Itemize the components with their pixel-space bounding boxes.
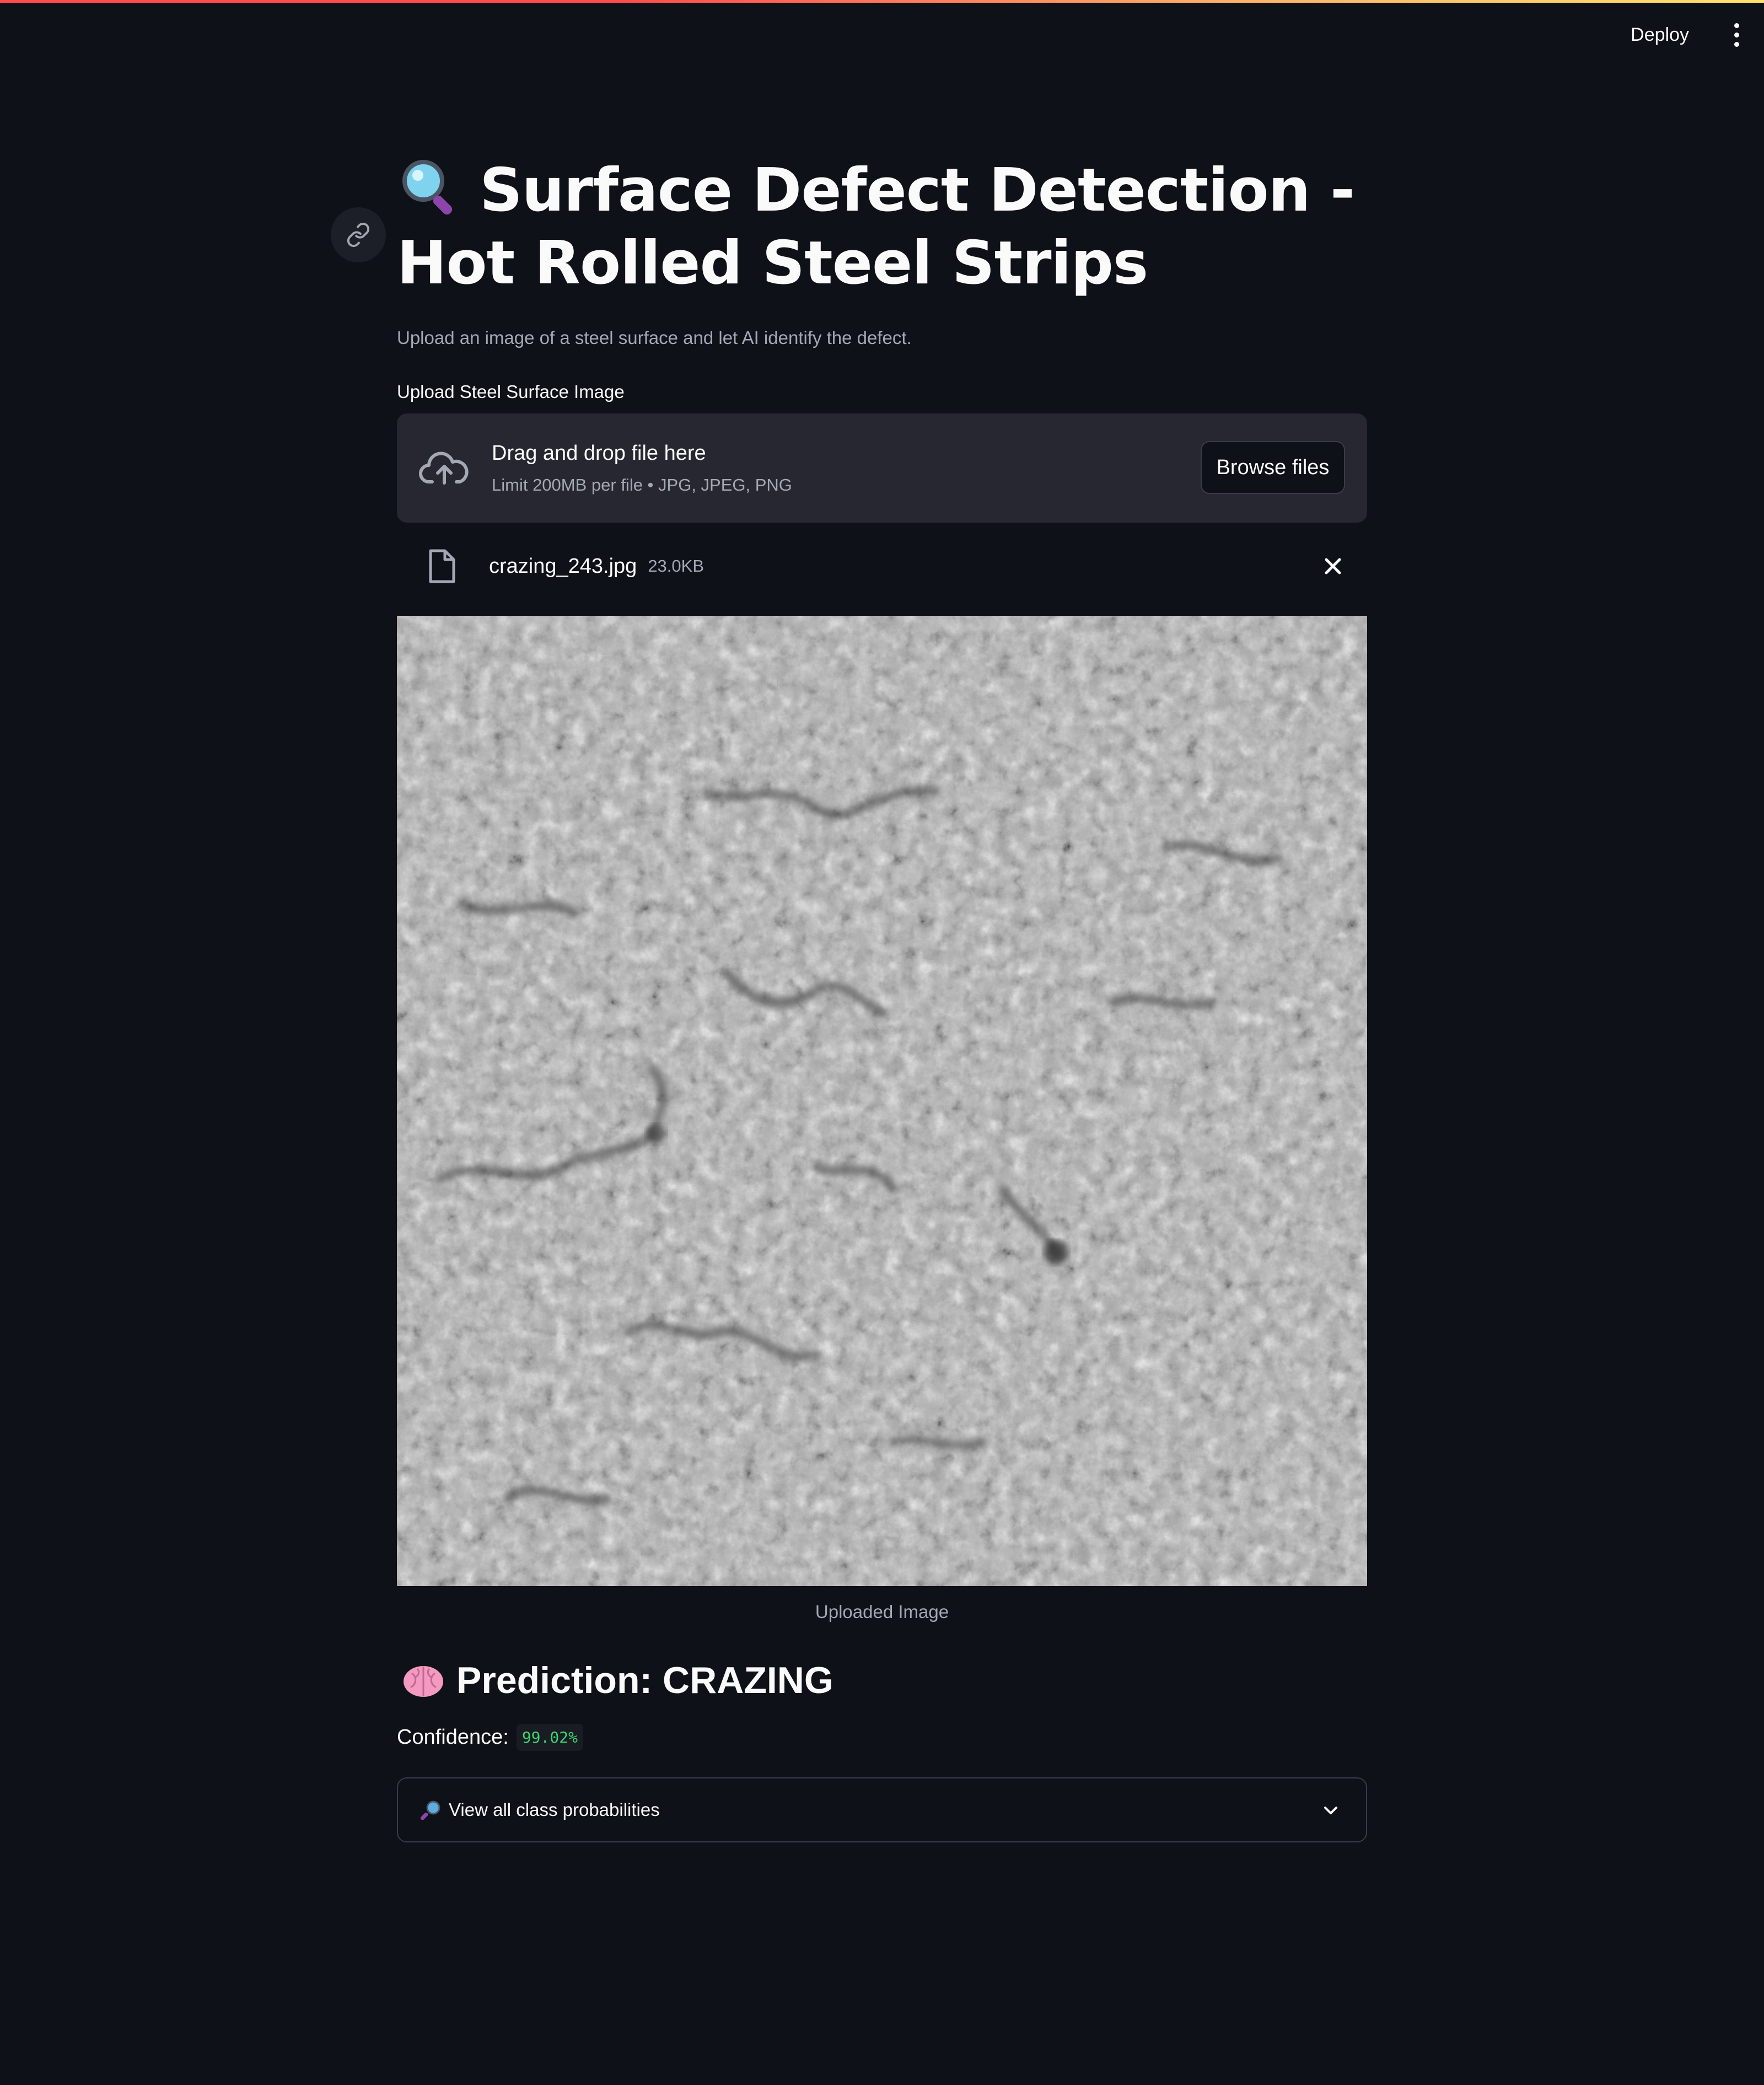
- confidence-row: Confidence: 99.02%: [397, 1724, 1367, 1751]
- brain-icon: [404, 1666, 443, 1697]
- page-title: Surface Defect Detection - Hot Rolled St…: [397, 154, 1367, 300]
- confidence-label: Confidence:: [397, 1726, 509, 1749]
- file-icon: [429, 549, 455, 583]
- uploader-label: Upload Steel Surface Image: [397, 381, 625, 402]
- app-header-actions: Deploy: [1616, 15, 1747, 55]
- kebab-menu-icon[interactable]: [1725, 19, 1747, 52]
- steel-surface-texture: [397, 616, 1367, 1586]
- uploaded-image: [397, 616, 1367, 1586]
- cloud-upload-icon: [419, 452, 469, 485]
- uploaded-file-row: crazing_243.jpg 23.0KB: [397, 541, 1367, 591]
- prediction-text: Prediction: CRAZING: [456, 1659, 833, 1701]
- dropzone-limit: Limit 200MB per file • JPG, JPEG, PNG: [492, 475, 792, 495]
- chevron-down-icon[interactable]: [1320, 1799, 1342, 1821]
- file-dropzone[interactable]: Drag and drop file here Limit 200MB per …: [397, 413, 1367, 523]
- header-link-icon[interactable]: [331, 207, 386, 262]
- image-caption: Uploaded Image: [815, 1602, 949, 1622]
- page-subtitle: Upload an image of a steel surface and l…: [397, 327, 912, 348]
- dropzone-text: Drag and drop file here Limit 200MB per …: [492, 442, 792, 495]
- file-name: crazing_243.jpg: [489, 554, 637, 578]
- browse-files-button[interactable]: Browse files: [1201, 441, 1345, 494]
- top-decoration-bar: [0, 0, 1764, 3]
- file-size: 23.0KB: [648, 556, 704, 576]
- deploy-button[interactable]: Deploy: [1616, 15, 1703, 55]
- magnifying-glass-icon: [420, 1801, 440, 1820]
- dropzone-instruction: Drag and drop file here: [492, 441, 706, 465]
- class-probabilities-expander[interactable]: View all class probabilities: [397, 1777, 1367, 1842]
- page-title-text: Surface Defect Detection - Hot Rolled St…: [397, 156, 1355, 298]
- confidence-value: 99.02%: [516, 1724, 583, 1751]
- close-icon[interactable]: [1321, 554, 1345, 578]
- main-content: Surface Defect Detection - Hot Rolled St…: [331, 154, 1367, 1842]
- expander-label: View all class probabilities: [449, 1799, 660, 1820]
- magnifying-glass-icon: [402, 160, 453, 215]
- prediction-heading: Prediction: CRAZING: [397, 1659, 1367, 1702]
